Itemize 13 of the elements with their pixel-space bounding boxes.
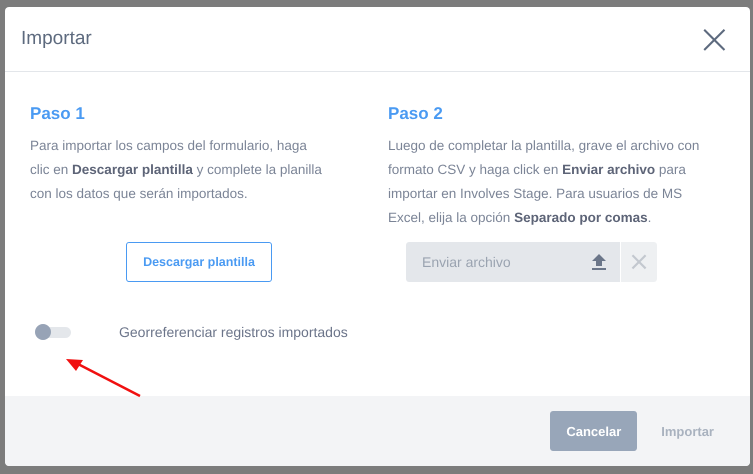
toggle-label: Georreferenciar registros importados — [119, 324, 348, 340]
step-title: Paso 1 — [30, 104, 85, 124]
download-template-button[interactable]: Descargar plantilla — [126, 242, 272, 282]
file-upload-field[interactable]: Enviar archivo — [406, 242, 620, 282]
clear-button[interactable]: × — [621, 242, 657, 282]
step-title: Paso 2 — [388, 104, 443, 124]
step-description: Para importar los campos del formulario, haga clic en Descargar plantilla y complete la planilla con los datos que serán importados. — [30, 137, 323, 203]
toggle-switch[interactable] — [37, 326, 71, 338]
upload-icon — [592, 254, 606, 270]
cancel-button[interactable]: Cancelar — [550, 411, 638, 451]
step-description: Luego de completar la plantilla, grave el archivo con formato CSV y haga click en Enviar archivo para importar en Involves Stage. Para usuarios de MS Excel, elija la opción Separado por comas. — [388, 137, 700, 227]
dialog-title: Importar — [21, 28, 92, 50]
close-button[interactable]: × — [696, 19, 732, 59]
